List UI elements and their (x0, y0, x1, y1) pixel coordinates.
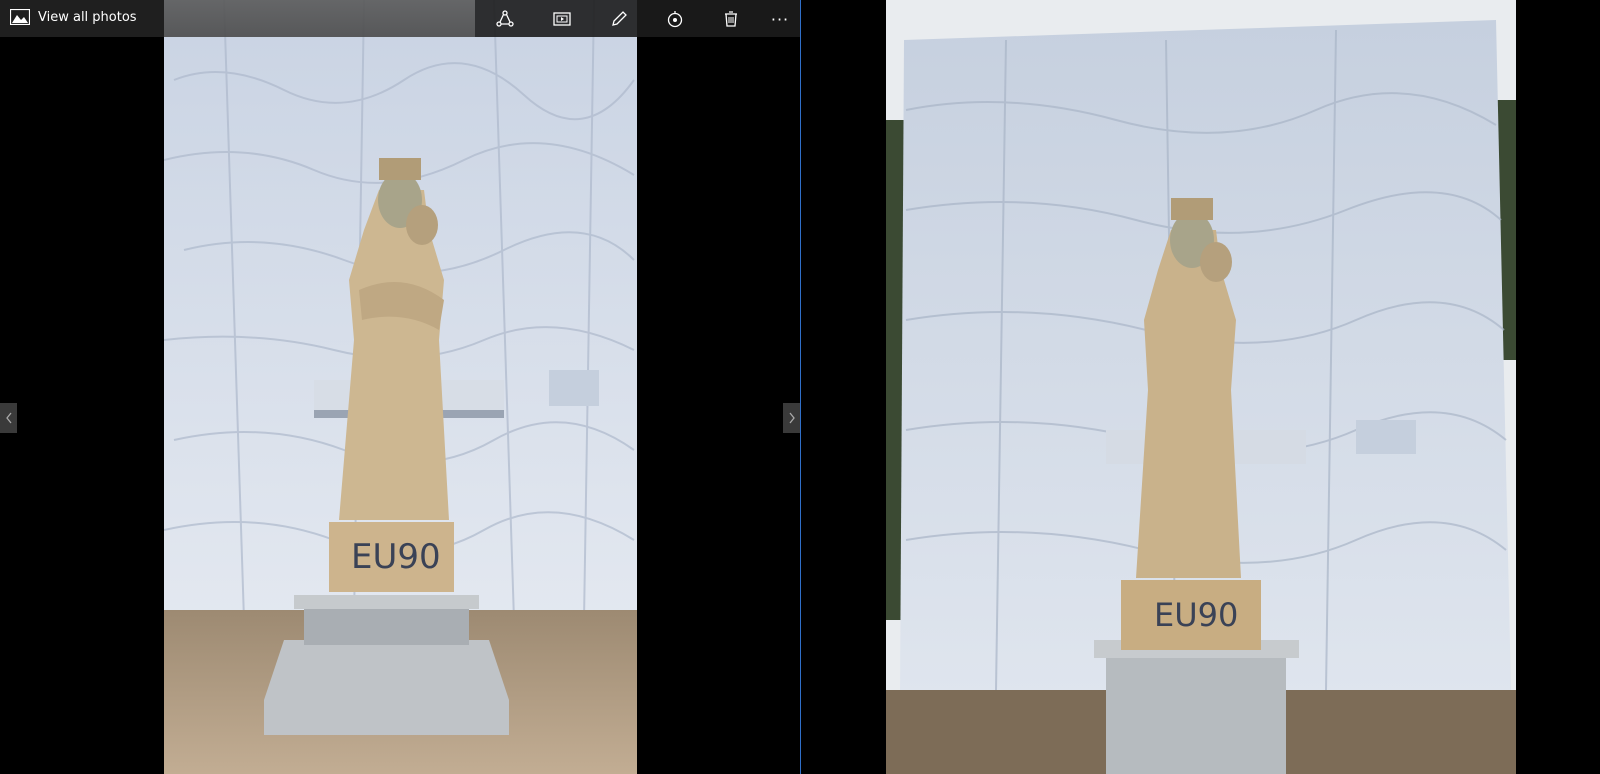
trash-icon[interactable] (719, 7, 743, 31)
photos-window: EU90 View all photos ··· (0, 0, 800, 774)
view-all-photos-link[interactable]: View all photos (38, 10, 137, 25)
app-bar: View all photos (0, 0, 164, 37)
next-photo-button[interactable] (783, 403, 800, 433)
svg-text:EU90: EU90 (1154, 596, 1238, 634)
previous-photo-button[interactable] (0, 403, 17, 433)
photo-left: EU90 (164, 0, 637, 774)
share-icon[interactable] (493, 7, 517, 31)
rotate-icon[interactable] (663, 7, 687, 31)
chevron-left-icon (5, 412, 12, 424)
pen-icon[interactable] (607, 7, 631, 31)
photo-right: EU90 (886, 0, 1516, 774)
chevron-right-icon (788, 412, 795, 424)
toolbar-overlay (164, 0, 475, 37)
slideshow-icon[interactable] (550, 7, 574, 31)
toolbar (475, 0, 800, 37)
more-icon[interactable]: ··· (768, 7, 792, 31)
photos-icon[interactable] (9, 8, 31, 26)
svg-text:EU90: EU90 (351, 537, 441, 577)
